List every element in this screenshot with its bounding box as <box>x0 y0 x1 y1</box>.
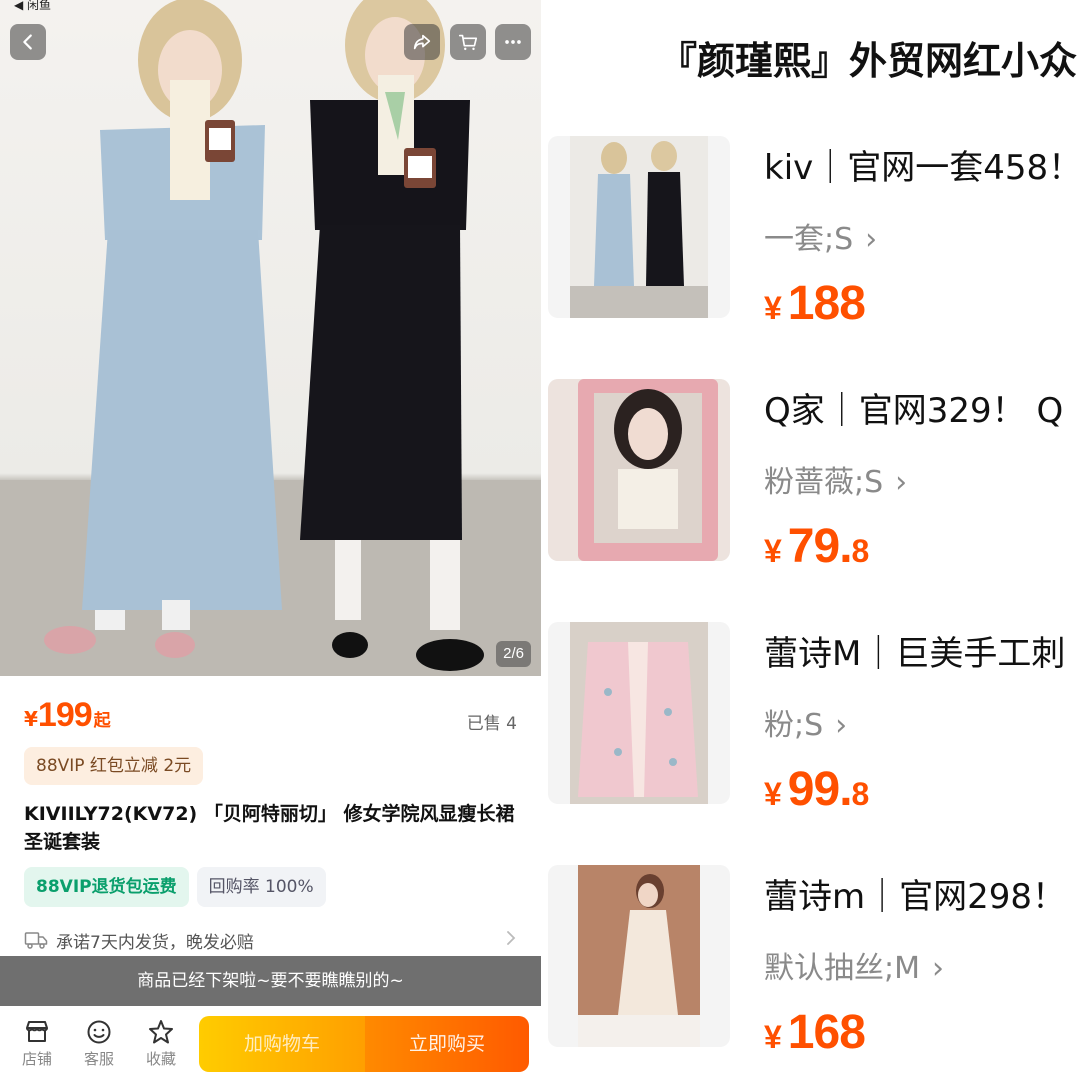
chevron-right-icon: › <box>835 708 848 743</box>
item-price: ¥ 99. 8 <box>764 762 869 817</box>
item-sku-label: 粉;S <box>764 708 824 743</box>
item-thumbnail-image <box>548 379 730 561</box>
item-name: 蕾诗m｜官网298！ <box>764 877 1067 917</box>
item-sku[interactable]: 默认抽丝;M › <box>764 943 944 987</box>
price-decimal: 8 <box>851 533 870 569</box>
price-decimal: 8 <box>851 776 870 812</box>
return-shipping-tag[interactable]: 88VIP退货包运费 <box>24 867 189 907</box>
item-thumbnail[interactable] <box>548 622 730 804</box>
currency-symbol: ¥ <box>764 1019 782 1055</box>
currency-symbol: ¥ <box>764 533 782 569</box>
offshelf-notice: 商品已经下架啦~要不要瞧瞧别的~ <box>0 956 541 1006</box>
currency-symbol: ¥ <box>24 707 38 731</box>
item-sku[interactable]: 粉蔷薇;S › <box>764 457 907 501</box>
item-price: ¥ 79. 8 <box>764 519 869 574</box>
price-integer: 79. <box>787 520 853 573</box>
store-label: 店铺 <box>21 1050 52 1068</box>
bottom-action-bar: 店铺 客服 收藏 加购物车 立即购买 <box>0 1006 541 1080</box>
list-item[interactable]: 蕾诗M｜巨美手工刺 粉;S › ¥ 99. 8 <box>548 622 1080 822</box>
item-sku[interactable]: 粉;S › <box>764 700 847 744</box>
favorite-button[interactable]: 收藏 <box>139 1018 183 1069</box>
item-name: Q家｜官网329！ Q <box>764 391 1064 431</box>
store-button[interactable]: 店铺 <box>15 1018 59 1069</box>
list-item[interactable]: 蕾诗m｜官网298！ 默认抽丝;M › ¥ 168 <box>548 865 1080 1065</box>
repurchase-rate-tag: 回购率 100% <box>196 867 326 907</box>
more-icon <box>505 40 521 44</box>
price-amount: 199 <box>37 696 93 734</box>
price-suffix: 起 <box>93 711 111 731</box>
add-to-cart-button[interactable]: 加购物车 <box>199 1016 365 1072</box>
vip-redpacket-badge[interactable]: 88VIP 红包立减 2元 <box>24 747 204 785</box>
product-detail-panel: ◀ 闲鱼 2/6 ¥ 199 起 已售 4 88VIP 红包立减 2元 KIVI… <box>0 0 541 1080</box>
service-button[interactable]: 客服 <box>77 1018 121 1069</box>
item-thumbnail[interactable] <box>548 379 730 561</box>
product-title: KIVIILY72(KV72) 「贝阿特丽切」 修女学院风显瘦长裙圣诞套装 <box>24 803 515 853</box>
favorite-label: 收藏 <box>145 1050 176 1068</box>
product-price: ¥ 199 起 <box>24 696 111 736</box>
back-icon <box>23 34 32 50</box>
item-sku-label: 粉蔷薇;S <box>764 465 884 500</box>
product-photo-illustration <box>0 0 541 676</box>
shipping-promise-text: 承诺7天内发货，晚发必赔 <box>56 932 254 953</box>
price-integer: 99. <box>787 763 853 816</box>
image-page-counter: 2/6 <box>496 641 531 667</box>
chevron-right-icon: › <box>895 465 908 500</box>
item-sku-label: 默认抽丝;M <box>764 951 920 986</box>
back-button[interactable] <box>10 24 46 60</box>
status-back-link[interactable]: ◀ 闲鱼 <box>14 0 51 13</box>
cart-button[interactable] <box>450 24 486 60</box>
service-label: 客服 <box>83 1050 114 1068</box>
list-item[interactable]: Q家｜官网329！ Q 粉蔷薇;S › ¥ 79. 8 <box>548 379 1080 579</box>
more-button[interactable] <box>495 24 531 60</box>
item-thumbnail[interactable] <box>548 136 730 318</box>
chevron-right-icon <box>507 931 516 945</box>
price-integer: 188 <box>787 277 866 330</box>
item-price: ¥ 188 <box>764 276 866 331</box>
currency-symbol: ¥ <box>764 776 782 812</box>
service-tags: 88VIP退货包运费 回购率 100% <box>24 867 326 907</box>
sold-count: 已售 4 <box>466 714 517 734</box>
star-icon <box>149 1020 173 1044</box>
shop-title[interactable]: 『颜瑾熙』外贸网红小众 <box>659 30 1077 85</box>
price-integer: 168 <box>787 1006 866 1059</box>
shipping-promise-row[interactable]: 承诺7天内发货，晚发必赔 <box>24 926 517 954</box>
item-sku[interactable]: 一套;S › <box>764 214 877 258</box>
item-thumbnail[interactable] <box>548 865 730 1047</box>
chevron-right-icon: › <box>865 222 878 257</box>
share-icon <box>413 34 431 50</box>
store-icon <box>26 1021 48 1042</box>
item-thumbnail-image <box>570 136 708 318</box>
product-image[interactable]: ◀ 闲鱼 2/6 <box>0 0 541 676</box>
item-name: kiv｜官网一套458！ <box>764 148 1080 188</box>
item-price: ¥ 168 <box>764 1005 866 1060</box>
item-name: 蕾诗M｜巨美手工刺 <box>764 634 1066 674</box>
share-button[interactable] <box>404 24 440 60</box>
buy-now-button[interactable]: 立即购买 <box>365 1016 529 1072</box>
item-thumbnail-image <box>570 622 708 804</box>
item-thumbnail-image <box>578 865 700 1047</box>
product-info: ¥ 199 起 已售 4 88VIP 红包立减 2元 KIVIILY72(KV7… <box>0 676 541 966</box>
service-icon <box>87 1020 111 1044</box>
currency-symbol: ¥ <box>764 290 782 326</box>
chevron-right-icon: › <box>932 951 944 986</box>
list-item[interactable]: kiv｜官网一套458！ 一套;S › ¥ 188 <box>548 136 1080 336</box>
item-sku-label: 一套;S <box>764 222 854 257</box>
cart-icon <box>458 34 478 51</box>
shop-recommendations-panel: 『颜瑾熙』外贸网红小众 kiv｜官网一套458！ 一套;S › ¥ 188 Q家… <box>541 0 1080 1080</box>
truck-icon <box>24 932 48 949</box>
